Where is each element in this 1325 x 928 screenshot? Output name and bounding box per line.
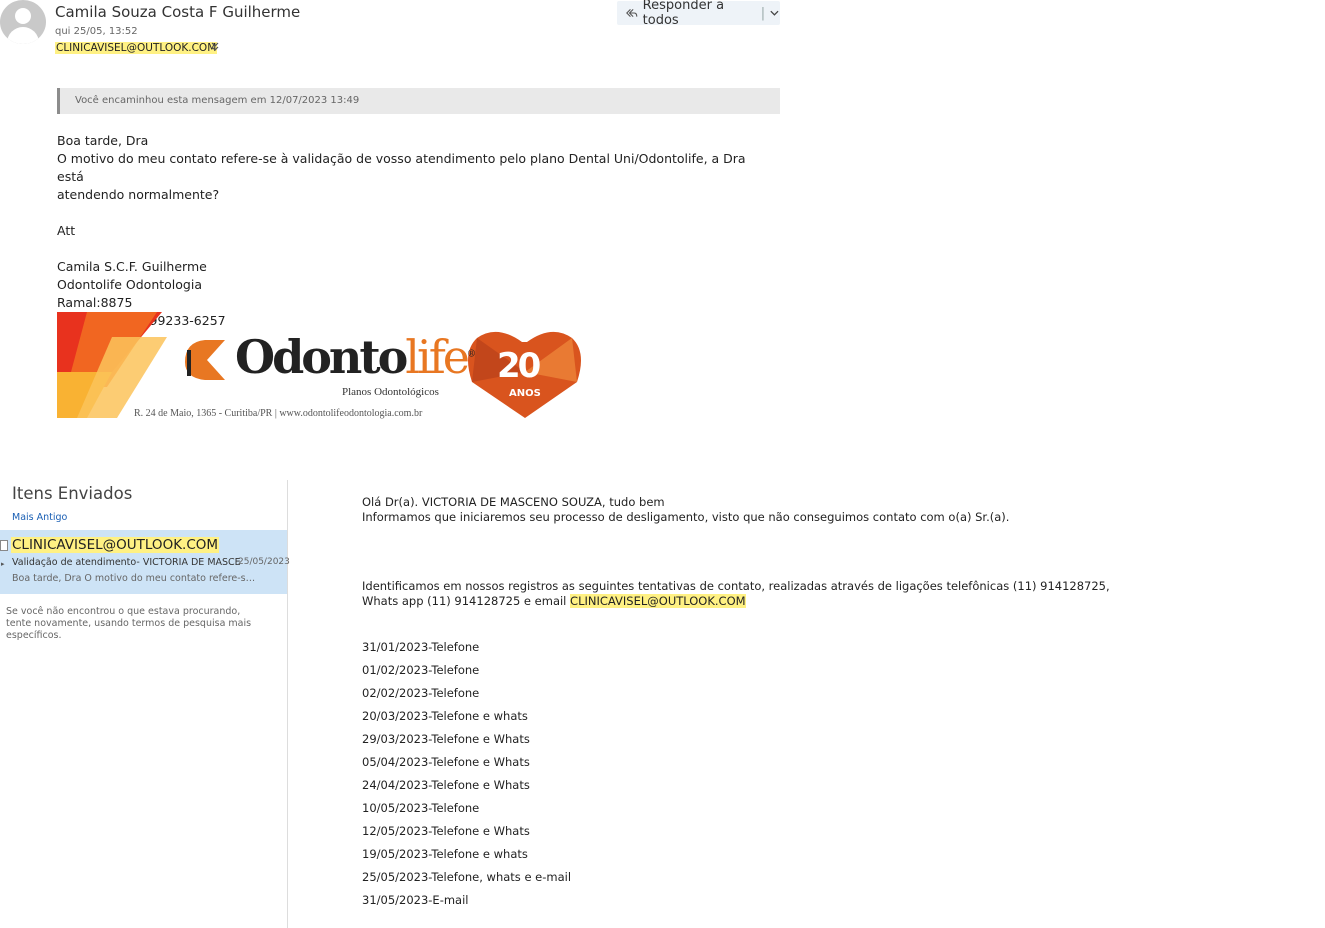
item-checkbox[interactable] xyxy=(0,540,8,551)
attempt-item: 10/05/2023-Telefone xyxy=(362,801,480,815)
notice-line: Informamos que iniciaremos seu processo … xyxy=(362,510,1010,524)
attempt-item: 31/05/2023-E-mail xyxy=(362,893,469,907)
sort-link[interactable]: Mais Antigo xyxy=(12,512,67,523)
odontolife-logo: Odontolife® Planos Odontológicos R. 24 d… xyxy=(57,312,587,422)
greeting-line: Olá Dr(a). VICTORIA DE MASCENO SOUZA, tu… xyxy=(362,495,665,509)
item-date: 25/05/2023 xyxy=(238,557,290,567)
body-line: Odontolife Odontologia xyxy=(57,277,202,292)
search-hint: Se você não encontrou o que estava procu… xyxy=(6,606,252,641)
sender-name[interactable]: Camila Souza Costa F Guilherme xyxy=(55,3,300,21)
brand-part2: life xyxy=(405,330,470,384)
attempt-item: 29/03/2023-Telefone e Whats xyxy=(362,732,530,746)
body-line: Camila S.C.F. Guilherme xyxy=(57,259,207,274)
body-line: Ramal:8875 xyxy=(57,295,133,310)
attempt-item: 19/05/2023-Telefone e whats xyxy=(362,847,528,861)
sender-avatar-icon xyxy=(0,0,46,44)
attempt-item: 24/04/2023-Telefone e Whats xyxy=(362,778,530,792)
item-arrow-icon: ▸ xyxy=(1,560,5,568)
body-line: Att xyxy=(57,223,76,238)
message-body: Boa tarde, Dra O motivo do meu contato r… xyxy=(57,132,757,330)
attempt-item: 20/03/2023-Telefone e whats xyxy=(362,709,528,723)
attempt-item: 05/04/2023-Telefone e Whats xyxy=(362,755,530,769)
brand-subtitle: Planos Odontológicos xyxy=(342,386,439,398)
body-line: O motivo do meu contato refere-se à vali… xyxy=(57,151,746,184)
brand-part1: Odonto xyxy=(235,330,408,384)
reply-all-button[interactable]: Responder a todos | xyxy=(617,0,780,28)
reply-all-label: Responder a todos xyxy=(642,0,725,28)
item-preview: Boa tarde, Dra O motivo do meu contato r… xyxy=(12,573,257,584)
chevron-down-icon[interactable] xyxy=(769,7,780,19)
folder-title: Itens Enviados xyxy=(12,484,133,503)
contact-attempts-list: 31/01/2023-Telefone 01/02/2023-Telefone … xyxy=(362,640,571,916)
item-from: CLINICAVISEL@OUTLOOK.COM xyxy=(11,537,220,553)
attempt-item: 02/02/2023-Telefone xyxy=(362,686,480,700)
attempt-item: 01/02/2023-Telefone xyxy=(362,663,480,677)
sent-date: qui 25/05, 13:52 xyxy=(55,26,138,37)
badge-number: 20 xyxy=(497,346,541,386)
reading-greeting: Olá Dr(a). VICTORIA DE MASCENO SOUZA, tu… xyxy=(362,495,1009,525)
body-line: Boa tarde, Dra xyxy=(57,133,149,148)
registered-mark: ® xyxy=(466,349,476,360)
brand-address: R. 24 de Maio, 1365 - Curitiba/PR | www.… xyxy=(134,408,423,419)
divider: | xyxy=(760,5,766,21)
reply-all-icon xyxy=(626,8,638,18)
attempt-item: 25/05/2023-Telefone, whats e e-mail xyxy=(362,870,572,884)
forwarded-notice: Você encaminhou esta mensagem em 12/07/2… xyxy=(57,88,780,114)
contact-paragraph: Identificamos em nossos registros as seg… xyxy=(362,579,1122,609)
attempt-item: 12/05/2023-Telefone e Whats xyxy=(362,824,530,838)
badge-text: ANOS xyxy=(509,388,541,399)
attempt-item: 31/01/2023-Telefone xyxy=(362,640,480,654)
contact-email-link[interactable]: CLINICAVISEL@OUTLOOK.COM xyxy=(570,594,746,608)
double-chevron-down-icon[interactable] xyxy=(211,42,219,55)
body-line: atendendo normalmente? xyxy=(57,187,220,202)
item-subject: Validação de atendimento- VICTORIA DE MA… xyxy=(12,557,241,568)
body-line xyxy=(57,204,757,222)
sender-email[interactable]: CLINICAVISEL@OUTLOOK.COM xyxy=(55,42,218,54)
body-line xyxy=(57,240,757,258)
brand-name: Odontolife® xyxy=(235,330,476,384)
